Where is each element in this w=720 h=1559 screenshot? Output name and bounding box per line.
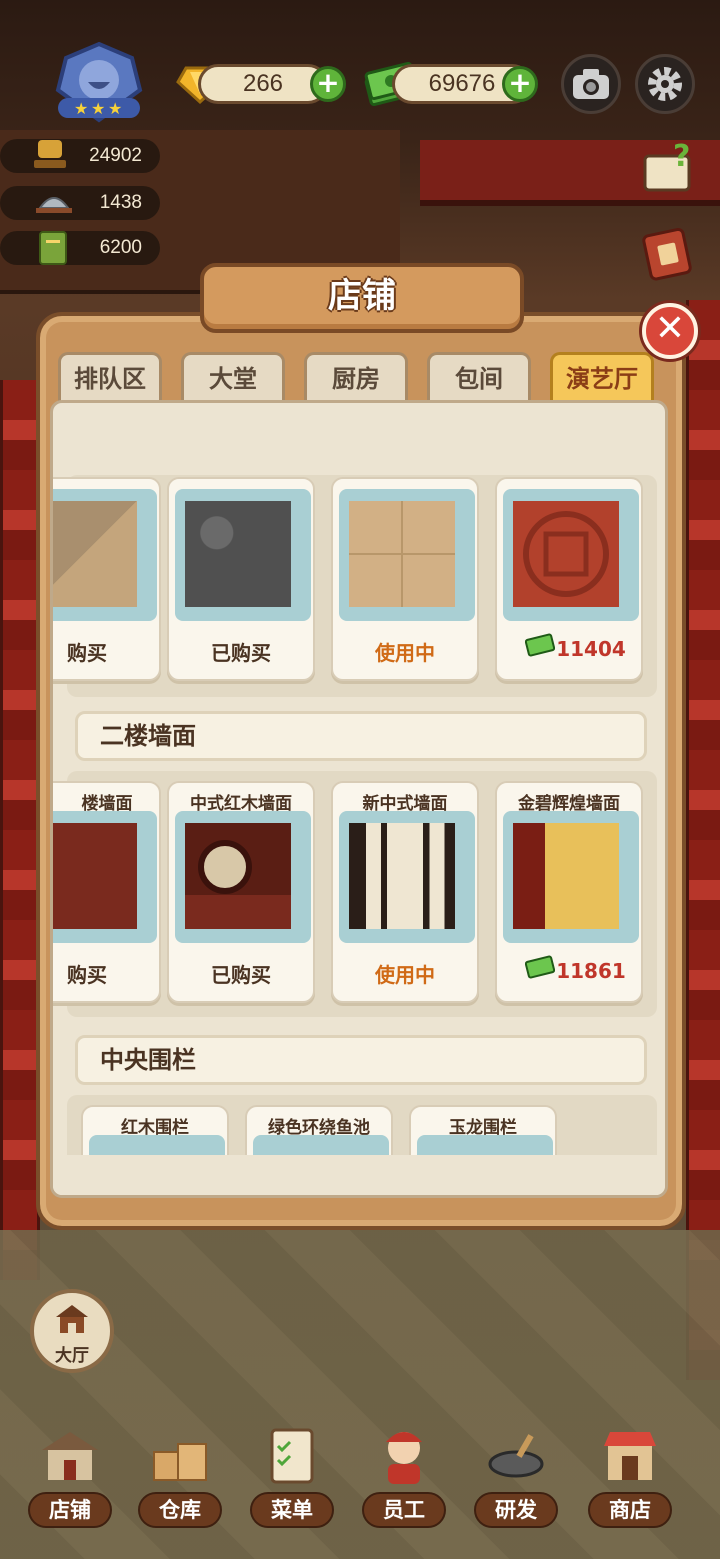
item-status-in-use: 使用中 [375, 963, 435, 987]
gear-icon [648, 67, 682, 101]
nav-label: 员工 [362, 1492, 446, 1528]
wok-icon [488, 1434, 544, 1478]
help-book-button[interactable]: ? [641, 139, 697, 194]
settings-button[interactable] [635, 54, 695, 114]
tab-lobby[interactable]: 大堂 [181, 352, 285, 402]
nav-menu[interactable]: 菜单 [242, 1418, 342, 1528]
close-button[interactable]: ✕ [642, 303, 698, 359]
floor-item-card[interactable]: 11404 [495, 477, 643, 681]
chef-avatar-icon [386, 1432, 422, 1484]
dish-cover-icon [34, 184, 74, 220]
panel-title: 店铺 [200, 263, 524, 333]
item-status: 购买 [67, 641, 107, 665]
nav-label: 仓库 [138, 1492, 222, 1528]
floor-thumb [53, 501, 137, 607]
trophy-icon [30, 136, 70, 172]
nav-store[interactable]: 商店 [580, 1418, 680, 1528]
nav-label: 菜单 [250, 1492, 334, 1528]
section-header-wall: 二楼墙面 [75, 711, 647, 761]
camera-icon [573, 69, 609, 99]
item-list-scroll-area[interactable]: 购买 已购买 使用中 11404 二楼墙面 楼墙面 购买 中式红木墙面 已购买 … [50, 400, 668, 1198]
nav-label: 商店 [588, 1492, 672, 1528]
wall-thumb [53, 823, 137, 929]
red-pillar-left [0, 380, 40, 1280]
nav-research[interactable]: 研发 [466, 1418, 566, 1528]
list-bottom-edge [53, 1155, 665, 1195]
close-icon: ✕ [654, 308, 686, 349]
wall-thumb [513, 823, 619, 929]
tab-private-room[interactable]: 包间 [427, 352, 531, 402]
wall-thumb [349, 823, 455, 929]
nav-label: 研发 [474, 1492, 558, 1528]
camera-button[interactable] [561, 54, 621, 114]
wall-item-card[interactable]: 楼墙面 购买 [53, 781, 161, 1003]
svg-text:★: ★ [91, 99, 105, 118]
section-header-fence: 中央围栏 [75, 1035, 647, 1085]
floor-item-card[interactable]: 购买 [53, 477, 161, 681]
market-stall-icon [604, 1432, 656, 1480]
nav-warehouse[interactable]: 仓库 [130, 1418, 230, 1528]
floor-item-card[interactable]: 使用中 [331, 477, 479, 681]
item-price: 11404 [556, 637, 626, 661]
stat-reputation-value: 24902 [89, 145, 142, 166]
wall-item-card[interactable]: 新中式墙面 使用中 [331, 781, 479, 1003]
item-status-in-use: 使用中 [375, 641, 435, 665]
wall-item-card[interactable]: 中式红木墙面 已购买 [167, 781, 315, 1003]
svg-text:★: ★ [74, 99, 88, 118]
add-cash-button[interactable]: + [502, 66, 538, 102]
floor-thumb [349, 501, 455, 607]
boxes-icon [153, 1443, 207, 1481]
item-status: 购买 [67, 963, 107, 987]
hall-label: 大厅 [55, 1346, 89, 1366]
chinese-pattern-icon [523, 511, 609, 597]
red-pillar-right [686, 300, 720, 1380]
tab-queue-area[interactable]: 排队区 [58, 352, 162, 402]
item-status: 已购买 [211, 641, 271, 665]
floor-thumb [513, 501, 619, 607]
item-price: 11861 [556, 959, 626, 983]
stat-dishes: 1438 [0, 186, 160, 220]
storefront-icon [42, 1432, 98, 1480]
house-icon [56, 1305, 88, 1333]
stat-menu-value: 6200 [99, 237, 142, 258]
rank-badge[interactable]: ★ ★ ★ [44, 40, 154, 126]
tab-theater[interactable]: 演艺厅 [550, 352, 654, 402]
stat-dishes-value: 1438 [99, 192, 142, 213]
nav-label: 店铺 [28, 1492, 112, 1528]
stat-reputation: 24902 [0, 139, 160, 173]
wall-item-card[interactable]: 金碧辉煌墙面 11861 [495, 781, 643, 1003]
add-gems-button[interactable]: + [310, 66, 346, 102]
wall-thumb [185, 823, 291, 929]
svg-text:★: ★ [108, 99, 122, 118]
recipe-book-button[interactable] [641, 226, 695, 282]
nav-staff[interactable]: 员工 [354, 1418, 454, 1528]
floor-item-card[interactable]: 已购买 [167, 477, 315, 681]
floor-thumb [185, 501, 291, 607]
gem-count: 266 [198, 64, 328, 104]
hall-button[interactable]: 大厅 [30, 1289, 114, 1373]
stat-menu: 6200 [0, 231, 160, 265]
item-status: 已购买 [211, 963, 271, 987]
clipboard-icon [270, 1428, 314, 1484]
menu-book-icon [36, 228, 72, 268]
nav-shop[interactable]: 店铺 [20, 1418, 120, 1528]
round-window-icon [185, 840, 291, 929]
help-book-icon: ? [643, 139, 691, 192]
svg-text:?: ? [673, 142, 690, 174]
recipe-book-icon [642, 227, 692, 281]
tab-kitchen[interactable]: 厨房 [304, 352, 408, 402]
